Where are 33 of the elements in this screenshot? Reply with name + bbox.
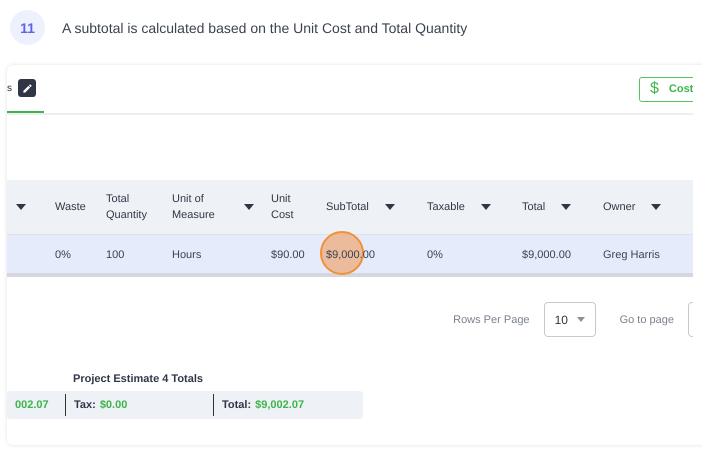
- total-figure: Tax: $0.00: [65, 394, 213, 416]
- table-cell: Greg Harris: [603, 249, 660, 261]
- column-header[interactable]: Unit Cost: [271, 191, 301, 223]
- caret-icon[interactable]: [651, 204, 662, 210]
- go-to-page-label: Go to page: [620, 314, 674, 326]
- table-cell: $9,000.00: [522, 249, 571, 261]
- step-number: 11: [10, 10, 45, 45]
- column-header[interactable]: Total: [522, 199, 546, 215]
- table-cell: Hours: [172, 249, 202, 261]
- column-header[interactable]: Waste: [55, 199, 86, 215]
- total-figure: Total: $9,002.07: [213, 394, 363, 416]
- caret-icon[interactable]: [480, 204, 491, 210]
- rows-per-page-label: Rows Per Page: [453, 314, 530, 326]
- table-cell: 0%: [55, 249, 71, 261]
- total-figure: 002.07: [14, 398, 50, 413]
- caret-icon[interactable]: [16, 204, 26, 210]
- column-header[interactable]: Total Quantity: [106, 191, 158, 223]
- step-instruction: A subtotal is calculated based on the Unit Cost and Total Quantity: [62, 20, 468, 36]
- caret-icon: [576, 317, 585, 322]
- table-cell: 100: [106, 249, 124, 261]
- rows-per-page-select[interactable]: 10: [544, 302, 596, 337]
- table-cell: 0%: [427, 249, 443, 261]
- column-header[interactable]: Taxable: [427, 199, 465, 215]
- caret-icon[interactable]: [384, 204, 395, 210]
- caret-icon[interactable]: [244, 204, 254, 210]
- column-header[interactable]: SubTotal: [326, 199, 369, 215]
- edit-icon[interactable]: [18, 79, 36, 97]
- totals-title: Project Estimate 4 Totals: [73, 373, 204, 385]
- column-header[interactable]: Unit of Measure: [172, 191, 228, 223]
- tab[interactable]: s: [7, 65, 44, 113]
- table-cell: $90.00: [271, 249, 305, 261]
- column-header[interactable]: Owner: [603, 199, 636, 215]
- caret-icon[interactable]: [561, 204, 572, 210]
